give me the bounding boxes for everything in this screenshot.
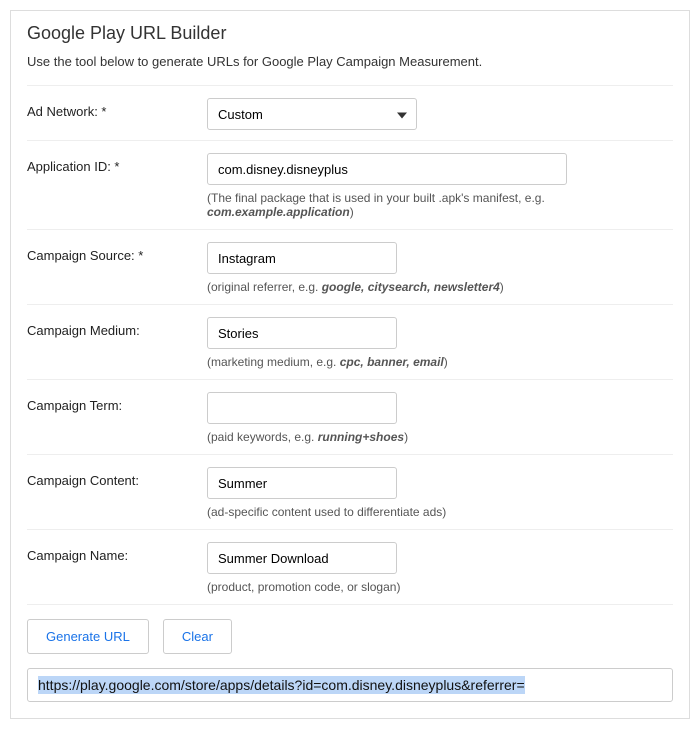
row-campaign-medium: Campaign Medium: (marketing medium, e.g.… xyxy=(27,304,673,379)
hint-campaign-source: (original referrer, e.g. google, citysea… xyxy=(207,280,673,294)
generate-url-button[interactable]: Generate URL xyxy=(27,619,149,654)
campaign-name-input[interactable] xyxy=(207,542,397,574)
label-campaign-source: Campaign Source: * xyxy=(27,242,207,263)
ad-network-select-value[interactable]: Custom xyxy=(207,98,417,130)
page-title: Google Play URL Builder xyxy=(27,23,673,44)
url-builder-panel: Google Play URL Builder Use the tool bel… xyxy=(10,10,690,719)
row-campaign-term: Campaign Term: (paid keywords, e.g. runn… xyxy=(27,379,673,454)
row-campaign-content: Campaign Content: (ad-specific content u… xyxy=(27,454,673,529)
label-ad-network: Ad Network: * xyxy=(27,98,207,119)
label-campaign-medium: Campaign Medium: xyxy=(27,317,207,338)
label-campaign-content: Campaign Content: xyxy=(27,467,207,488)
campaign-source-input[interactable] xyxy=(207,242,397,274)
generated-url-text[interactable]: https://play.google.com/store/apps/detai… xyxy=(38,676,525,694)
hint-application-id: (The final package that is used in your … xyxy=(207,191,673,219)
campaign-content-input[interactable] xyxy=(207,467,397,499)
clear-button[interactable]: Clear xyxy=(163,619,232,654)
row-campaign-name: Campaign Name: (product, promotion code,… xyxy=(27,529,673,604)
hint-campaign-name: (product, promotion code, or slogan) xyxy=(207,580,673,594)
label-application-id: Application ID: * xyxy=(27,153,207,174)
label-campaign-term: Campaign Term: xyxy=(27,392,207,413)
hint-campaign-content: (ad-specific content used to differentia… xyxy=(207,505,673,519)
page-subtitle: Use the tool below to generate URLs for … xyxy=(27,54,673,69)
row-ad-network: Ad Network: * Custom xyxy=(27,85,673,140)
label-campaign-name: Campaign Name: xyxy=(27,542,207,563)
ad-network-select[interactable]: Custom xyxy=(207,98,417,130)
application-id-input[interactable] xyxy=(207,153,567,185)
generated-url-box[interactable]: https://play.google.com/store/apps/detai… xyxy=(27,668,673,702)
hint-campaign-medium: (marketing medium, e.g. cpc, banner, ema… xyxy=(207,355,673,369)
button-row: Generate URL Clear xyxy=(27,604,673,668)
row-campaign-source: Campaign Source: * (original referrer, e… xyxy=(27,229,673,304)
row-application-id: Application ID: * (The final package tha… xyxy=(27,140,673,229)
campaign-medium-input[interactable] xyxy=(207,317,397,349)
hint-campaign-term: (paid keywords, e.g. running+shoes) xyxy=(207,430,673,444)
campaign-term-input[interactable] xyxy=(207,392,397,424)
